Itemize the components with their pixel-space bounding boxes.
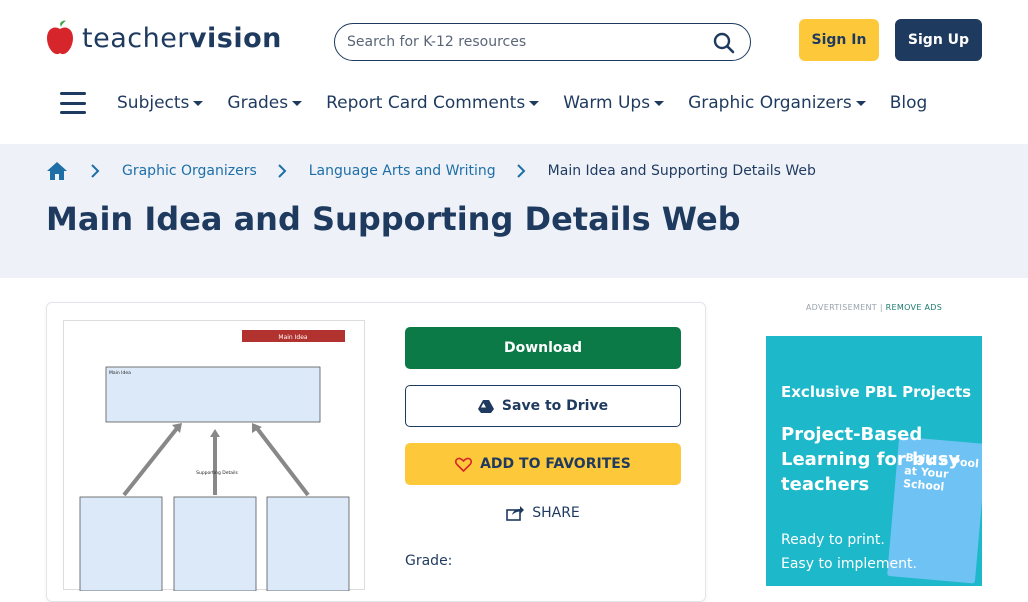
nav-item-blog[interactable]: Blog [890, 93, 928, 113]
breadcrumb-graphic-organizers[interactable]: Graphic Organizers [122, 163, 257, 179]
search-input[interactable] [347, 34, 697, 50]
remove-ads-link[interactable]: REMOVE ADS [886, 303, 942, 312]
thumb-header-label: Main Idea [278, 334, 308, 341]
advertisement-label: ADVERTISEMENT | REMOVE ADS [805, 303, 943, 312]
search-icon[interactable] [712, 31, 736, 55]
breadcrumb-language-arts[interactable]: Language Arts and Writing [309, 163, 496, 179]
chevron-right-icon [516, 164, 526, 178]
sign-in-button[interactable]: Sign In [799, 19, 879, 61]
ad-title: Project-Based Learning for busy teachers [781, 424, 961, 495]
breadcrumb-current: Main Idea and Supporting Details Web [547, 163, 816, 179]
apple-icon [47, 20, 73, 55]
resource-actions: Download Save to Drive ADD TO FAVORITES … [405, 327, 681, 541]
teachervision-logo[interactable]: teachervision [46, 20, 282, 56]
nav-item-warm-ups[interactable]: Warm Ups [563, 93, 665, 113]
share-button[interactable]: SHARE [405, 501, 681, 525]
caret-down-icon [654, 100, 665, 106]
chevron-right-icon [91, 164, 100, 178]
caret-down-icon [193, 100, 204, 106]
save-to-drive-button[interactable]: Save to Drive [405, 385, 681, 427]
caret-down-icon [855, 100, 866, 106]
nav-item-graphic-organizers[interactable]: Graphic Organizers [688, 93, 866, 113]
grade-label: Grade: [405, 553, 453, 569]
worksheet-preview-image: Main Idea Main Idea Supporting Details [79, 330, 350, 592]
ad-body: Ready to print. Easy to implement. [781, 532, 917, 572]
google-drive-icon [477, 400, 494, 413]
nav-item-subjects[interactable]: Subjects [117, 93, 204, 113]
hamburger-menu-icon[interactable] [60, 92, 86, 114]
logo-wordmark: teachervision [82, 22, 282, 54]
main-nav: Subjects Grades Report Card Comments War… [60, 88, 951, 118]
ad-heading: Exclusive PBL Projects [781, 383, 972, 401]
home-icon[interactable] [46, 160, 68, 182]
chevron-right-icon [278, 164, 287, 178]
page-title: Main Idea and Supporting Details Web [46, 200, 741, 238]
share-icon [506, 506, 525, 521]
nav-item-grades[interactable]: Grades [227, 93, 303, 113]
thumb-center-label: Supporting Details [196, 470, 238, 476]
nav-item-report-card-comments[interactable]: Report Card Comments [326, 93, 540, 113]
caret-down-icon [292, 100, 303, 106]
worksheet-thumbnail[interactable]: Main Idea Main Idea Supporting Details [63, 320, 365, 592]
pbl-advertisement[interactable]: Build a Pool at Your School Exclusive PB… [766, 336, 982, 586]
search-bar[interactable] [334, 23, 751, 61]
download-button[interactable]: Download [405, 327, 681, 369]
sign-up-button[interactable]: Sign Up [895, 19, 982, 61]
thumb-box-label: Main Idea [109, 370, 131, 376]
heart-icon [455, 457, 473, 472]
breadcrumb: Graphic Organizers Language Arts and Wri… [46, 160, 816, 182]
caret-down-icon [529, 100, 540, 106]
site-header: teachervision Sign In Sign Up Subjects G… [0, 0, 1028, 144]
add-to-favorites-button[interactable]: ADD TO FAVORITES [405, 443, 681, 485]
